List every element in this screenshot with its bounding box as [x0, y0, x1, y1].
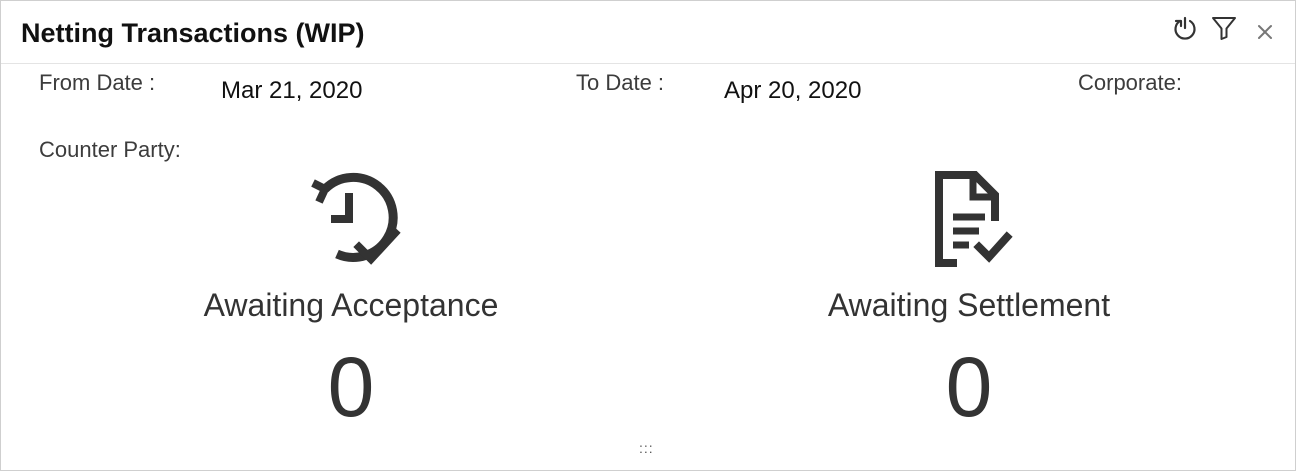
- awaiting-acceptance-card[interactable]: Awaiting Acceptance 0: [141, 169, 561, 432]
- awaiting-acceptance-label: Awaiting Acceptance: [203, 287, 499, 323]
- widget-title: Netting Transactions (WIP): [21, 18, 365, 48]
- refresh-icon: [1174, 16, 1196, 40]
- history-check-icon: [311, 172, 401, 265]
- close-button[interactable]: [1250, 17, 1280, 47]
- refresh-button[interactable]: [1170, 13, 1200, 43]
- filter-icon: [1212, 17, 1236, 40]
- filter-button[interactable]: [1209, 13, 1239, 43]
- close-icon: [1258, 25, 1272, 39]
- resize-handle[interactable]: :::: [639, 440, 654, 456]
- awaiting-settlement-card[interactable]: Awaiting Settlement 0: [759, 169, 1179, 432]
- to-date-label: To Date :: [576, 70, 665, 95]
- from-date-label: From Date :: [39, 70, 156, 95]
- to-date-value[interactable]: Apr 20, 2020: [724, 77, 861, 105]
- netting-transactions-widget: Netting Transactions (WIP) From Date : M…: [0, 0, 1296, 471]
- widget-header: Netting Transactions (WIP): [1, 1, 1295, 64]
- awaiting-acceptance-count: 0: [327, 340, 375, 434]
- from-date-value[interactable]: Mar 21, 2020: [221, 77, 362, 105]
- counter-party-label: Counter Party:: [39, 137, 181, 162]
- corporate-label: Corporate:: [1078, 70, 1182, 95]
- document-check-icon: [935, 171, 1013, 267]
- awaiting-settlement-count: 0: [945, 340, 993, 434]
- awaiting-settlement-label: Awaiting Settlement: [827, 287, 1111, 323]
